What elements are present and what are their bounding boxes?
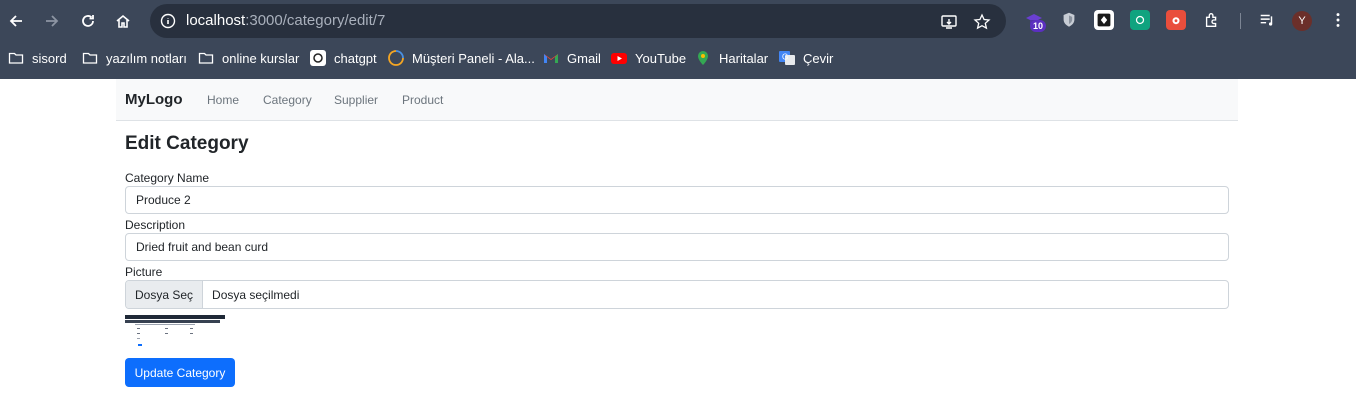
bookmark-label: Gmail [567, 50, 601, 66]
folder-icon [198, 50, 214, 66]
description-input[interactable]: Dried fruit and bean curd [125, 233, 1229, 261]
chatgpt-extension-icon[interactable] [1130, 10, 1150, 30]
customer-panel-icon [388, 50, 404, 66]
bookmark-yazilim-notlari[interactable]: yazılım notları [82, 49, 187, 67]
profile-avatar[interactable]: Y [1292, 11, 1312, 31]
category-name-label: Category Name [125, 171, 210, 185]
update-category-button[interactable]: Update Category [125, 358, 235, 387]
bookmark-label: online kurslar [222, 50, 300, 66]
home-icon [116, 14, 130, 28]
folder-icon [82, 50, 98, 66]
bookmark-musteri-paneli[interactable]: Müşteri Paneli - Ala... [388, 49, 535, 67]
nav-home[interactable]: Home [207, 93, 239, 107]
forward-button[interactable] [40, 9, 64, 33]
picture-file-input[interactable]: Dosya Seç Dosya seçilmedi [125, 280, 1229, 309]
back-arrow-icon [9, 15, 22, 27]
browser-chrome: localhost:3000/category/edit/7 10 Y siso… [0, 0, 1356, 79]
bookmark-star-icon[interactable] [973, 13, 991, 31]
picture-label: Picture [125, 265, 163, 279]
bookmark-youtube[interactable]: YouTube [611, 49, 686, 67]
choose-file-button[interactable]: Dosya Seç [126, 281, 204, 308]
home-button[interactable] [111, 9, 135, 33]
bookmark-sisord[interactable]: sisord [8, 49, 67, 67]
bug-extension-icon[interactable] [1166, 10, 1186, 30]
url-text: localhost:3000/category/edit/7 [186, 12, 386, 29]
toolbar-separator [1240, 13, 1241, 29]
bookmark-label: sisord [32, 50, 67, 66]
bookmark-label: Haritalar [719, 50, 769, 66]
category-picture-thumbnail [125, 315, 225, 346]
forward-arrow-icon [46, 15, 59, 27]
folder-icon [8, 50, 24, 66]
chatgpt-icon [310, 50, 326, 66]
bookmark-chatgpt[interactable]: chatgpt [310, 49, 377, 67]
description-label: Description [125, 218, 186, 232]
shield-extension-icon[interactable] [1059, 10, 1079, 30]
gmail-icon [543, 50, 559, 66]
site-info-icon[interactable] [160, 13, 176, 29]
translate-icon: G [779, 50, 795, 66]
back-button[interactable] [4, 9, 28, 33]
bookmarks-bar: sisord yazılım notları online kurslar ch… [0, 44, 1356, 72]
page-title: Edit Category [125, 133, 249, 154]
bookmark-label: YouTube [635, 50, 687, 66]
extension-badge: 10 [1030, 20, 1047, 32]
bookmark-cevir[interactable]: G Çevir [779, 49, 833, 67]
browser-toolbar: localhost:3000/category/edit/7 10 Y [0, 0, 1356, 42]
nav-supplier[interactable]: Supplier [334, 93, 378, 107]
category-name-input[interactable]: Produce 2 [125, 186, 1229, 214]
media-control-icon[interactable] [1257, 10, 1277, 30]
dark-extension-icon[interactable] [1094, 10, 1114, 30]
kebab-menu-icon[interactable] [1328, 10, 1348, 30]
file-status: Dosya seçilmedi [212, 287, 300, 302]
svg-text:G: G [782, 53, 788, 62]
nav-product[interactable]: Product [402, 93, 443, 107]
reload-icon [82, 15, 94, 27]
youtube-icon [611, 50, 627, 66]
nav-category[interactable]: Category [263, 93, 312, 107]
site-navbar: MyLogo Home Category Supplier Product [116, 79, 1238, 121]
maps-icon [695, 50, 711, 66]
bookmark-label: Müşteri Paneli - Ala... [412, 50, 535, 66]
bookmark-label: yazılım notları [106, 50, 187, 66]
brand-logo[interactable]: MyLogo [125, 91, 183, 108]
bookmark-label: chatgpt [334, 50, 377, 66]
bookmark-online-kurslar[interactable]: online kurslar [198, 49, 299, 67]
bookmark-label: Çevir [803, 50, 834, 66]
extensions-puzzle-icon[interactable] [1202, 10, 1222, 30]
bookmark-gmail[interactable]: Gmail [543, 49, 601, 67]
address-bar[interactable]: localhost:3000/category/edit/7 [150, 4, 1006, 38]
install-app-icon[interactable] [940, 13, 958, 31]
bookmark-haritalar[interactable]: Haritalar [695, 49, 768, 67]
reload-button[interactable] [76, 9, 100, 33]
